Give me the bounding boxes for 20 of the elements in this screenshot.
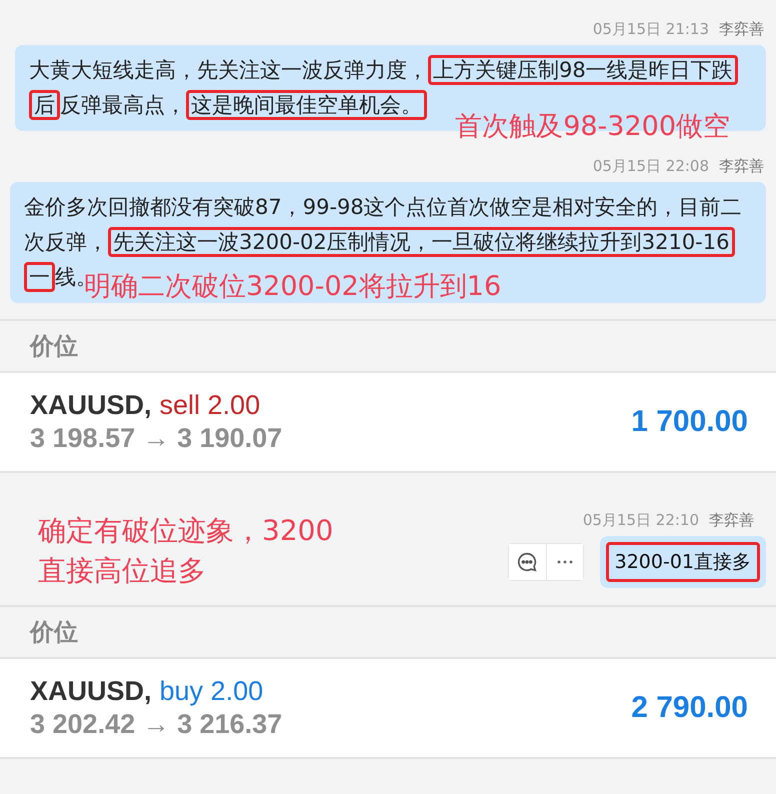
symbol-text: XAUUSD, xyxy=(30,675,152,708)
card-header: 价位 xyxy=(0,321,776,373)
speech-bubble-icon xyxy=(516,551,538,573)
order-text: sell 2.00 xyxy=(160,389,260,422)
author-name: 李弈善 xyxy=(719,157,764,176)
profit-amount: 2 790.00 xyxy=(631,691,748,725)
order-text: buy 2.00 xyxy=(160,675,264,708)
symbol-text: XAUUSD, xyxy=(30,389,152,422)
annotation-text: 确定有破位迹象，3200 直接高位追多 xyxy=(38,513,334,589)
profit-amount: 1 700.00 xyxy=(631,405,748,439)
author-name: 李弈善 xyxy=(719,20,764,39)
message-time: 05月15日 22:10 xyxy=(582,511,699,530)
message-bubble: 3200-01直接多 xyxy=(600,536,766,588)
price-range: 3 202.42 → 3 216.37 xyxy=(30,708,282,741)
price-range: 3 198.57 → 3 190.07 xyxy=(30,422,282,455)
message-time: 05月15日 21:13 xyxy=(592,20,709,39)
author-name: 李弈善 xyxy=(709,511,754,530)
card-header: 价位 xyxy=(0,607,776,659)
message-time: 05月15日 22:08 xyxy=(592,157,709,176)
more-icon xyxy=(556,560,573,564)
